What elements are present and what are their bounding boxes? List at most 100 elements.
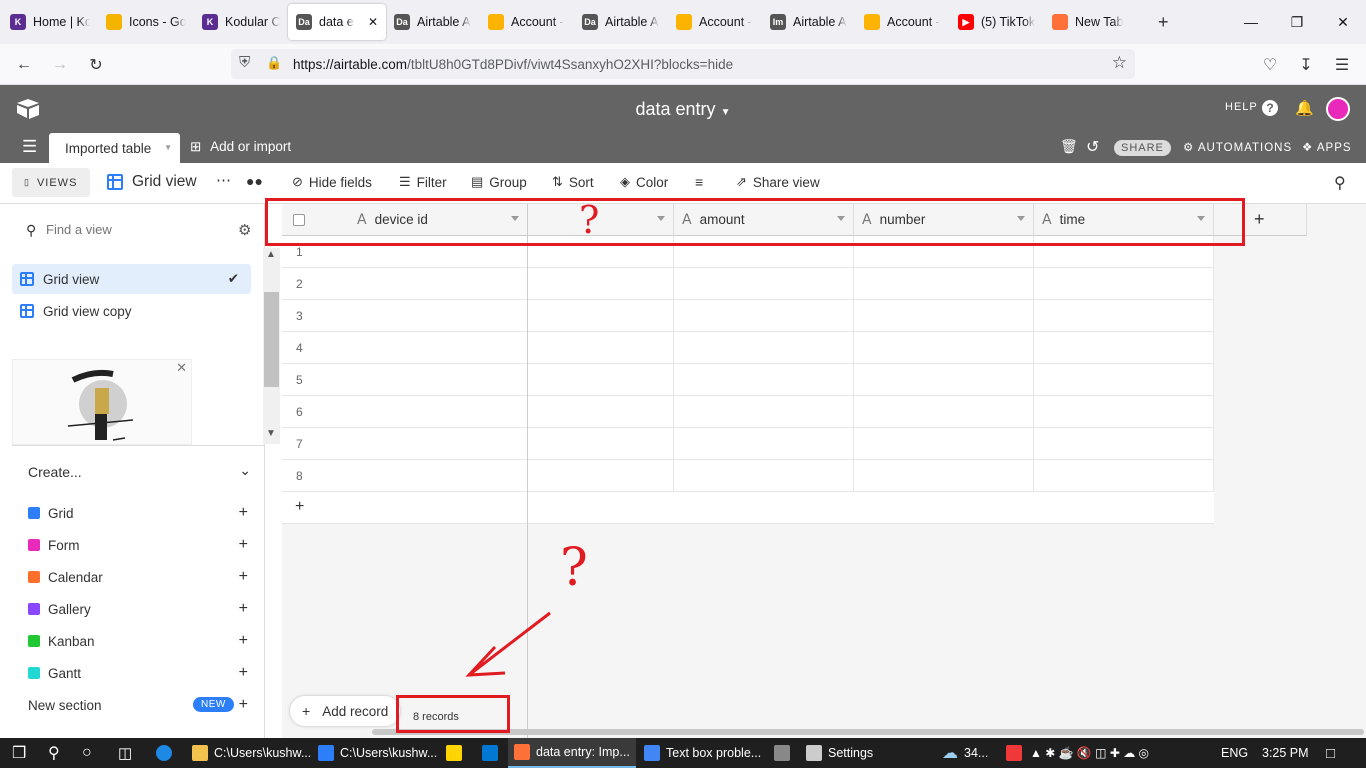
- table-cell[interactable]: [528, 300, 674, 332]
- lock-icon[interactable]: 🔒: [266, 55, 282, 71]
- notification-bell-icon[interactable]: 🔔: [1295, 99, 1314, 117]
- taskbar-app[interactable]: [440, 738, 468, 768]
- edge-icon[interactable]: [150, 738, 184, 768]
- help-icon[interactable]: ?: [1262, 100, 1278, 116]
- history-icon[interactable]: ↺: [1086, 137, 1099, 157]
- tray-icon[interactable]: ▲ ✱ ☕ 🔇 ◫ ✚ ☁ ◎: [1024, 738, 1155, 768]
- table-cell[interactable]: [282, 428, 528, 460]
- taskbar-app[interactable]: Settings: [800, 738, 896, 768]
- back-icon[interactable]: ←: [13, 54, 35, 76]
- sidebar-item-grid-view-copy[interactable]: Grid view copy: [12, 296, 251, 326]
- table-row[interactable]: 3: [282, 300, 1214, 332]
- create-item-kanban[interactable]: Kanban +: [28, 626, 258, 656]
- table-cell[interactable]: [282, 300, 528, 332]
- browser-tab[interactable]: ▶ (5) TikTok: [950, 0, 1044, 44]
- table-cell[interactable]: [528, 332, 674, 364]
- table-cell[interactable]: [1034, 460, 1214, 492]
- create-item-gallery[interactable]: Gallery +: [28, 594, 258, 624]
- table-row[interactable]: 5: [282, 364, 1214, 396]
- reload-icon[interactable]: ↻: [85, 54, 107, 76]
- share-button[interactable]: SHARE: [1114, 140, 1171, 156]
- create-item-gantt[interactable]: Gantt +: [28, 658, 258, 688]
- create-item-grid[interactable]: Grid +: [28, 498, 258, 528]
- table-cell[interactable]: [674, 268, 854, 300]
- table-row[interactable]: 7: [282, 428, 1214, 460]
- add-record-button[interactable]: + Add record: [290, 696, 400, 726]
- sidebar-item-grid-view[interactable]: Grid view ✔: [12, 264, 251, 294]
- table-cell[interactable]: [1034, 300, 1214, 332]
- table-cell[interactable]: [674, 396, 854, 428]
- table-cell[interactable]: [854, 364, 1034, 396]
- new-section-button[interactable]: New section NEW +: [28, 696, 258, 713]
- browser-tab[interactable]: Da data e ✕: [288, 4, 386, 40]
- table-cell[interactable]: [854, 268, 1034, 300]
- browser-tab[interactable]: Account -: [480, 0, 574, 44]
- filter-button[interactable]: ☰ Filter: [399, 174, 447, 190]
- browser-tab[interactable]: Icons - Go: [98, 0, 194, 44]
- table-cell[interactable]: [282, 396, 528, 428]
- table-cell[interactable]: [854, 396, 1034, 428]
- start-icon[interactable]: ❒: [6, 738, 32, 768]
- restore-icon[interactable]: ❐: [1274, 0, 1320, 44]
- table-cell[interactable]: [282, 268, 528, 300]
- table-cell[interactable]: [854, 460, 1034, 492]
- sort-button[interactable]: ⇅ Sort: [552, 174, 594, 190]
- table-cell[interactable]: [528, 364, 674, 396]
- sidebar-scrollbar[interactable]: ▲ ▼: [263, 248, 280, 444]
- scrollbar-thumb[interactable]: [264, 292, 279, 387]
- current-view-name[interactable]: Grid view: [107, 173, 197, 191]
- table-cell[interactable]: [674, 460, 854, 492]
- task-view-icon[interactable]: ◫: [112, 738, 138, 768]
- table-cell[interactable]: [1034, 332, 1214, 364]
- browser-tab[interactable]: Account -: [856, 0, 950, 44]
- table-cell[interactable]: [528, 396, 674, 428]
- browser-tab[interactable]: Da Airtable A: [386, 0, 480, 44]
- table-cell[interactable]: [528, 268, 674, 300]
- table-cell[interactable]: [1034, 396, 1214, 428]
- table-row[interactable]: 6: [282, 396, 1214, 428]
- create-item-calendar[interactable]: Calendar +: [28, 562, 258, 592]
- browser-tab[interactable]: New Tab: [1044, 0, 1138, 44]
- avatar[interactable]: [1326, 97, 1350, 121]
- color-button[interactable]: ◈ Color: [620, 174, 668, 190]
- search-icon[interactable]: ⚲: [42, 738, 66, 768]
- table-cell[interactable]: [282, 460, 528, 492]
- table-cell[interactable]: [282, 332, 528, 364]
- minimize-icon[interactable]: —: [1228, 0, 1274, 44]
- notification-icon[interactable]: □: [1320, 738, 1341, 768]
- close-tab-icon[interactable]: ✕: [368, 15, 378, 29]
- table-cell[interactable]: [1034, 268, 1214, 300]
- find-view-input[interactable]: [46, 222, 226, 237]
- chevron-down-icon[interactable]: ▼: [266, 428, 276, 439]
- forward-icon[interactable]: →: [49, 54, 71, 76]
- create-header[interactable]: Create... ⌄: [28, 462, 253, 480]
- taskbar-app[interactable]: C:\Users\kushw...: [186, 738, 311, 768]
- search-icon[interactable]: ⚲: [1334, 173, 1346, 193]
- table-cell[interactable]: [1034, 428, 1214, 460]
- taskbar-app[interactable]: Text box proble...: [638, 738, 766, 768]
- table-cell[interactable]: [674, 364, 854, 396]
- table-cell[interactable]: [1034, 364, 1214, 396]
- row-height-icon[interactable]: ≡: [695, 174, 703, 190]
- browser-tab[interactable]: K Home | Ko: [2, 0, 98, 44]
- url-bar[interactable]: ⛨ 🔒 https://airtable.com/tbltU8h0GTd8PDi…: [231, 49, 1135, 79]
- apps-button[interactable]: ❖ APPS: [1302, 140, 1352, 154]
- close-window-icon[interactable]: ✕: [1320, 0, 1366, 44]
- table-row[interactable]: 8: [282, 460, 1214, 492]
- browser-tab[interactable]: Im Airtable A: [762, 0, 856, 44]
- menu-icon[interactable]: ☰: [1331, 54, 1353, 76]
- table-cell[interactable]: [854, 332, 1034, 364]
- table-cell[interactable]: [854, 300, 1034, 332]
- pocket-icon[interactable]: ♡: [1259, 54, 1281, 76]
- browser-tab[interactable]: K Kodular C: [194, 0, 288, 44]
- taskbar-app[interactable]: [476, 738, 504, 768]
- browser-tab[interactable]: Account -: [668, 0, 762, 44]
- table-cell[interactable]: [674, 428, 854, 460]
- table-cell[interactable]: [282, 364, 528, 396]
- language-indicator[interactable]: ENG: [1215, 738, 1254, 768]
- create-item-form[interactable]: Form +: [28, 530, 258, 560]
- browser-tab[interactable]: Da Airtable A: [574, 0, 668, 44]
- base-title[interactable]: data entry ▼: [0, 99, 1366, 120]
- bookmark-star-icon[interactable]: ☆: [1112, 53, 1127, 73]
- horizontal-scrollbar[interactable]: [372, 729, 1364, 735]
